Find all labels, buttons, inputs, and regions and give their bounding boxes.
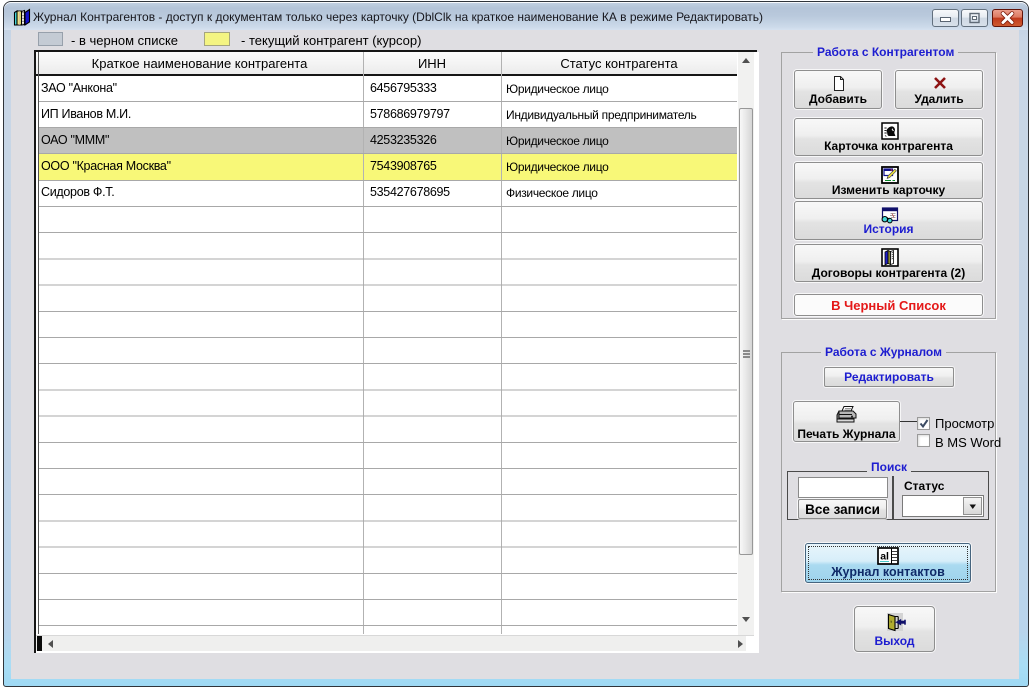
svg-text:al: al — [880, 551, 889, 563]
